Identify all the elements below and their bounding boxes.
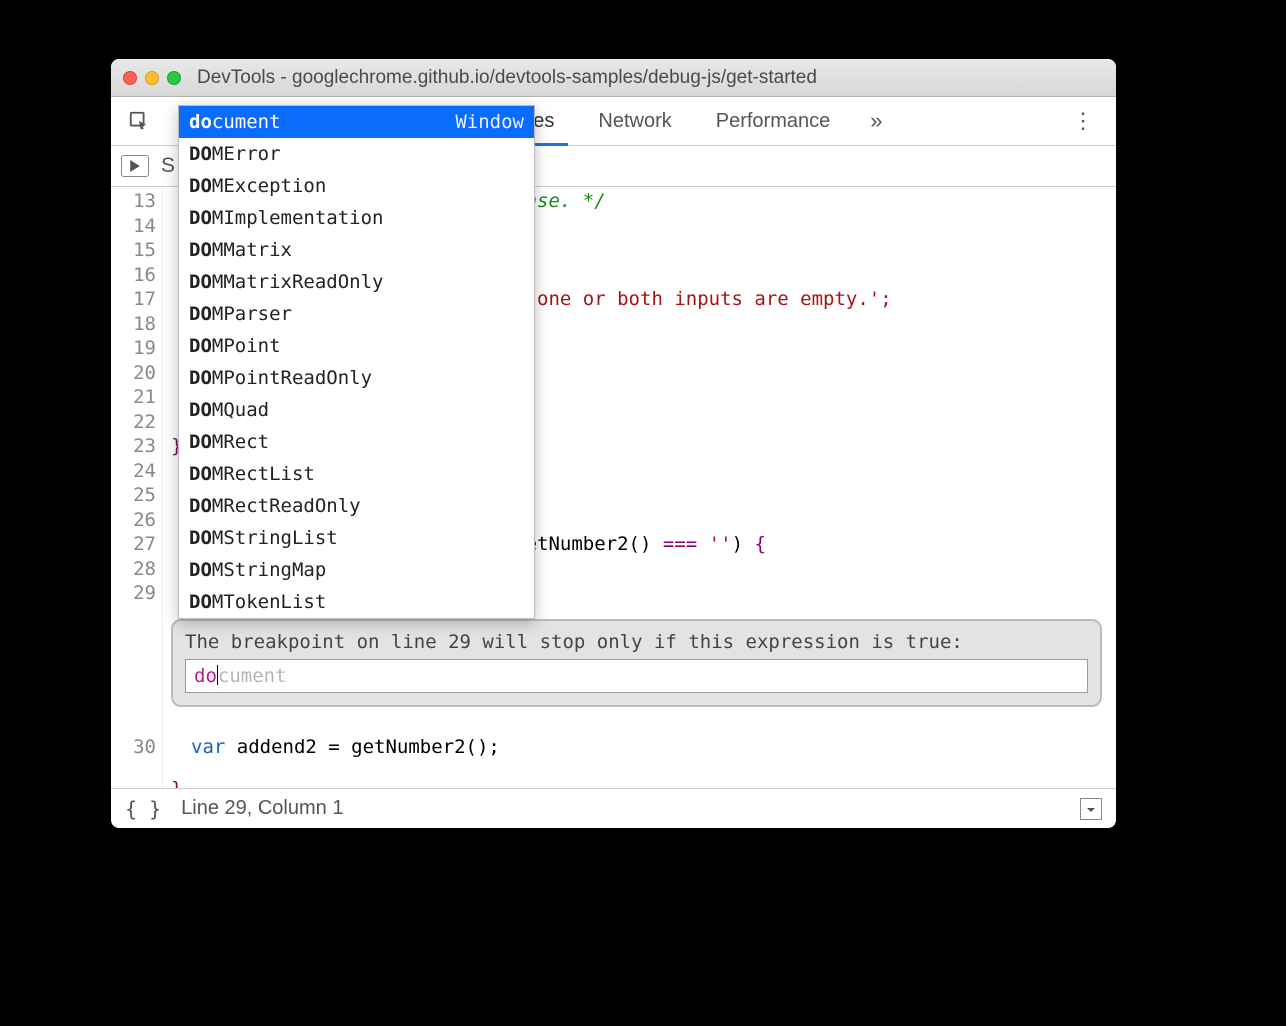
code-text: } <box>171 778 182 788</box>
cursor-position: Line 29, Column 1 <box>181 797 343 820</box>
code-text: var addend2 = getNumber2(); <box>163 735 500 759</box>
autocomplete-hint: Window <box>455 109 524 135</box>
autocomplete-item[interactable]: DOMRect <box>179 426 534 458</box>
code-line-30: 30 var addend2 = getNumber2(); <box>111 735 1116 759</box>
autocomplete-label: DOMParser <box>189 301 292 327</box>
statusbar: { } Line 29, Column 1 <box>111 788 1116 828</box>
line-number[interactable]: 22 <box>111 410 156 435</box>
line-number[interactable]: 28 <box>111 557 156 582</box>
autocomplete-label: DOMRectReadOnly <box>189 493 361 519</box>
autocomplete-label: DOMStringMap <box>189 557 326 583</box>
close-icon[interactable] <box>123 71 137 85</box>
autocomplete-item[interactable]: DOMRectReadOnly <box>179 490 534 522</box>
line-number[interactable]: 30 <box>111 735 163 759</box>
breakpoint-message: The breakpoint on line 29 will stop only… <box>185 631 1088 653</box>
autocomplete-label: DOMError <box>189 141 281 167</box>
autocomplete-item[interactable]: DOMTokenList <box>179 586 534 618</box>
gutter[interactable]: 13 14 15 16 17 18 19 20 21 22 23 24 25 2… <box>111 187 163 788</box>
line-number[interactable]: 19 <box>111 336 156 361</box>
autocomplete-label: DOMTokenList <box>189 589 326 615</box>
resume-icon[interactable] <box>121 155 149 177</box>
autocomplete-label: DOMMatrixReadOnly <box>189 269 383 295</box>
autocomplete-item[interactable]: DOMStringMap <box>179 554 534 586</box>
line-number[interactable]: 27 <box>111 532 156 557</box>
autocomplete-item[interactable]: DOMImplementation <box>179 202 534 234</box>
tab-network-label: Network <box>598 110 671 133</box>
autocomplete-label: DOMPoint <box>189 333 281 359</box>
tab-performance[interactable]: Performance <box>694 97 853 145</box>
line-number[interactable]: 14 <box>111 214 156 239</box>
autocomplete-label: DOMException <box>189 173 326 199</box>
autocomplete-label: DOMPointReadOnly <box>189 365 372 391</box>
autocomplete-label: DOMStringList <box>189 525 338 551</box>
autocomplete-item[interactable]: DOMPoint <box>179 330 534 362</box>
titlebar: DevTools - googlechrome.github.io/devtoo… <box>111 59 1116 97</box>
autocomplete-item[interactable]: DOMException <box>179 170 534 202</box>
zoom-icon[interactable] <box>167 71 181 85</box>
autocomplete-item[interactable]: DOMMatrix <box>179 234 534 266</box>
bp-typed: do <box>194 665 217 687</box>
conditional-breakpoint-box: The breakpoint on line 29 will stop only… <box>171 619 1102 707</box>
line-number[interactable]: 23 <box>111 434 156 459</box>
autocomplete-item[interactable]: DOMParser <box>179 298 534 330</box>
autocomplete-item[interactable]: DOMQuad <box>179 394 534 426</box>
tab-performance-label: Performance <box>716 110 831 133</box>
line-number[interactable]: 13 <box>111 189 156 214</box>
autocomplete-item[interactable]: document Window <box>179 106 534 138</box>
line-number[interactable]: 18 <box>111 312 156 337</box>
line-number[interactable]: 25 <box>111 483 156 508</box>
autocomplete-popup[interactable]: document Window DOMError DOMException DOMImp… <box>178 105 535 619</box>
code-text: : one or both inputs are empty.'; <box>514 288 892 310</box>
toolbar-letter: S <box>161 154 175 178</box>
line-number[interactable]: 17 <box>111 287 156 312</box>
line-number[interactable]: 29 <box>111 581 156 606</box>
autocomplete-item[interactable]: DOMStringList <box>179 522 534 554</box>
line-number[interactable]: 15 <box>111 238 156 263</box>
line-number[interactable]: 16 <box>111 263 156 288</box>
traffic-lights <box>123 71 181 85</box>
autocomplete-label: document <box>189 109 281 135</box>
kebab-menu-icon[interactable]: ⋮ <box>1058 108 1108 134</box>
autocomplete-label: DOMImplementation <box>189 205 383 231</box>
line-number[interactable]: 21 <box>111 385 156 410</box>
autocomplete-item[interactable]: DOMError <box>179 138 534 170</box>
autocomplete-label: DOMQuad <box>189 397 269 423</box>
autocomplete-item[interactable]: DOMPointReadOnly <box>179 362 534 394</box>
pretty-print-icon[interactable]: { } <box>125 797 161 821</box>
autocomplete-label: DOMRect <box>189 429 269 455</box>
autocomplete-item[interactable]: DOMRectList <box>179 458 534 490</box>
collapse-icon[interactable] <box>1080 798 1102 820</box>
minimize-icon[interactable] <box>145 71 159 85</box>
autocomplete-label: DOMMatrix <box>189 237 292 263</box>
more-tabs-icon[interactable]: » <box>852 108 900 134</box>
window-title: DevTools - googlechrome.github.io/devtoo… <box>197 67 817 89</box>
devtools-window: DevTools - googlechrome.github.io/devtoo… <box>111 59 1116 828</box>
autocomplete-item[interactable]: DOMMatrixReadOnly <box>179 266 534 298</box>
breakpoint-expression-input[interactable]: document <box>185 659 1088 693</box>
tab-network[interactable]: Network <box>576 97 693 145</box>
code-text: getNumber2() === '') { <box>514 533 766 555</box>
line-number[interactable]: 20 <box>111 361 156 386</box>
autocomplete-label: DOMRectList <box>189 461 315 487</box>
line-number[interactable]: 26 <box>111 508 156 533</box>
line-number[interactable]: 24 <box>111 459 156 484</box>
inspect-icon[interactable] <box>119 110 159 132</box>
bp-ghost: cument <box>218 665 287 687</box>
